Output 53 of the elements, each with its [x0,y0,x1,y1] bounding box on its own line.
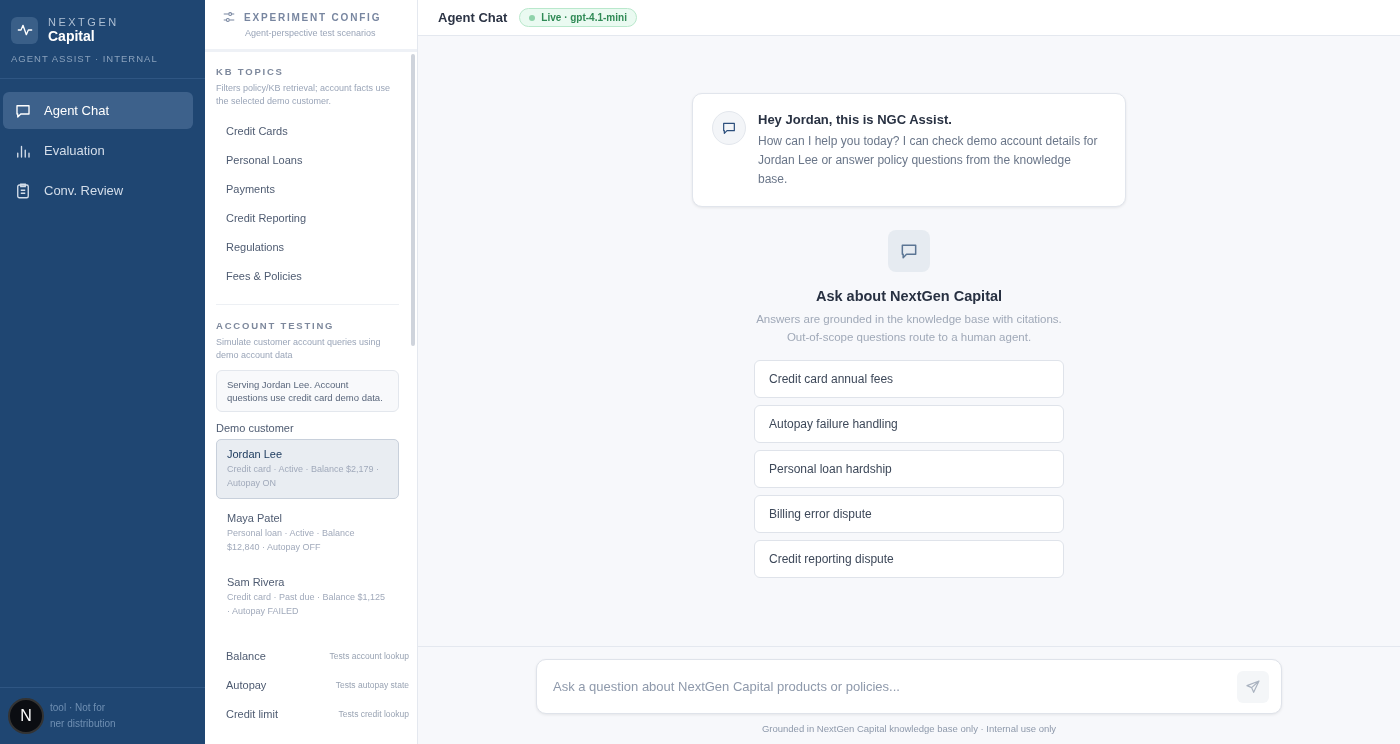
query-label[interactable]: Autopay [226,678,267,691]
suggestion-button[interactable]: Autopay failure handling [754,405,1064,443]
query-hint: Tests autopay state [335,679,409,690]
topic-item[interactable]: Credit Reporting [216,203,399,232]
clipboard-icon [14,181,32,200]
empty-state-title: Ask about NextGen Capital [815,288,1003,304]
field-label: Demo customer [216,422,295,434]
info-notice: Serving Jordan Lee. Account questions use credit card demo data. [216,370,399,412]
footer-note: tool · Not for ner distribution [50,701,116,731]
brand-subtitle: AGENT ASSIST · INTERNAL [11,53,159,64]
panel-title: EXPERIMENT CONFIG [244,11,382,23]
send-icon [1245,678,1261,695]
topic-item[interactable]: Credit Cards [216,116,399,145]
brand-eyebrow: NEXTGEN [48,16,119,28]
topic-item[interactable]: Personal Loans [216,145,399,174]
empty-state-text: Answers are grounded in the knowledge base with citations. Out-of-scope questions route to a human agent. [756,312,1062,345]
section-heading: KB TOPICS [216,66,285,77]
brand-name: Capital [48,28,96,44]
section-description: Simulate customer account queries using demo account data [216,336,382,362]
suggestion-button[interactable]: Credit reporting dispute [754,540,1064,578]
query-label[interactable]: Credit limit [226,707,278,720]
topic-item[interactable]: Payments [216,174,399,203]
suggestion-button[interactable]: Credit card annual fees [754,360,1064,398]
nav-item[interactable]: Agent Chat [3,92,193,129]
send-button[interactable] [1237,670,1269,703]
suggestion-button[interactable]: Billing error dispute [754,495,1064,533]
status-badge: Live · gpt-4.1-mini [519,8,637,27]
avatar-badge[interactable]: N [8,698,44,734]
suggestion-button[interactable]: Personal loan hardship [754,450,1064,488]
nav-item[interactable]: Conv. Review [3,172,193,209]
sliders-icon [222,10,236,24]
composer-box[interactable]: Ask a question about NextGen Capital products or policies... [536,659,1282,714]
customer-card[interactable]: Sam Rivera Credit card · Past due · Balance $1,125 · Autopay FAILED [216,567,399,627]
topic-item[interactable]: Fees & Policies [216,261,399,290]
scrollbar[interactable] [411,54,415,346]
page-title: Agent Chat [438,10,508,25]
section-description: Filters policy/KB retrieval; account facts use the selected demo customer. [216,82,392,108]
customer-card[interactable]: Maya Patel Personal loan · Active · Balance $12,840 · Autopay OFF [216,503,399,563]
nav-item[interactable]: Evaluation [3,132,193,169]
customer-card[interactable]: Jordan Lee Credit card · Active · Balance $2,179 · Autopay ON [216,439,399,499]
query-label[interactable]: Balance [226,649,266,662]
footer-note: Grounded in NextGen Capital knowledge base only · Internal use only [761,723,1057,734]
greeting-title: Hey Jordan, this is NGC Assist. [758,112,953,127]
query-hint: Tests account lookup [329,650,409,661]
query-hint: Tests credit lookup [338,708,409,719]
topic-item[interactable]: Regulations [216,232,399,261]
message-input[interactable]: Ask a question about NextGen Capital products or policies... [551,678,1237,695]
section-heading: ACCOUNT TESTING [216,320,336,331]
chat-icon [721,120,737,136]
panel-subtitle: Agent-perspective test scenarios [245,28,377,38]
greeting-text: How can I help you today? I can check demo account details for Jordan Lee or answer policy questions from the knowledge base. [758,133,1098,188]
chat-icon [899,241,919,261]
logo-icon [11,16,38,44]
